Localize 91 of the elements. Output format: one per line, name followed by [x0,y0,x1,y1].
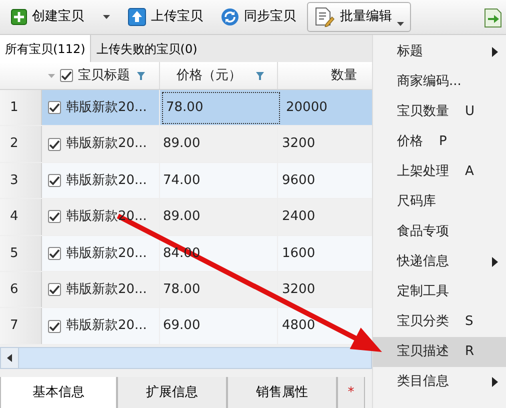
menu-item[interactable]: 快递信息 [373,247,506,277]
check-icon [49,285,60,294]
submenu-arrow-icon [492,377,498,387]
menu-item[interactable]: 商家编码... [373,67,506,97]
shortcut-key: P [439,132,447,152]
toolbar-button[interactable]: 创建宝贝 [4,2,117,32]
row-checkbox[interactable] [48,174,61,187]
toolbar-button[interactable]: 同步宝贝 [214,2,303,32]
column-header[interactable]: 宝贝标题 [78,66,130,86]
scroll-left-button[interactable] [1,348,19,368]
row-checkbox[interactable] [48,101,61,114]
toolbar-button[interactable]: 批量编辑 [307,2,411,32]
document-edit-icon [314,7,335,27]
horizontal-scrollbar[interactable] [0,346,372,369]
shortcut-key: A [465,162,474,182]
table-cell-text: 韩版新款20... [66,98,147,117]
menu-item[interactable]: 宝贝描述 R [373,337,506,367]
tab[interactable]: 所有宝贝(112) [0,35,92,62]
select-all-checkbox[interactable] [60,69,73,82]
menu-item[interactable]: 标题 [373,37,506,67]
shortcut-key: U [465,102,475,122]
menu-item[interactable]: 宝贝数量 U [373,97,506,127]
required-mark: * [348,384,354,402]
row-number: 2 [10,135,18,154]
check-icon [49,248,60,258]
filter-icon [256,72,264,80]
table-cell-text: 89.00 [163,135,200,154]
table-cell-text: 韩版新款20... [66,244,147,262]
menu-item[interactable]: 上架处理 A [373,157,506,187]
tab[interactable]: 销售属性 [227,376,337,408]
table-cell-text: 9600 [282,172,316,190]
row-number: 3 [10,172,18,190]
table-cell-text: 78.00 [166,99,204,118]
table-cell-text: 2400 [282,208,316,226]
column-header[interactable]: 价格（元） [176,66,242,86]
sort-caret-icon [48,74,55,78]
column-header[interactable]: 数量 [331,66,357,86]
table-cell-text: 韩版新款20... [66,280,147,299]
submenu-arrow-icon [492,257,498,267]
table-cell-text: 1600 [282,244,316,262]
tab[interactable]: 基本信息 [0,376,117,408]
table-cell-text: 韩版新款20... [66,317,147,336]
table-cell-text: 74.00 [163,172,200,190]
upload-icon [128,8,146,26]
table-cell-text: 20000 [286,98,328,117]
caret-icon [103,15,110,19]
row-number: 5 [10,244,18,262]
row-checkbox[interactable] [48,138,61,151]
row-number: 6 [10,280,18,299]
table-row[interactable]: 3 韩版新款20... 74.00 9600 [0,162,372,200]
row-number: 4 [10,208,18,226]
table-row[interactable]: 1 韩版新款20... 78.00 20000 [0,90,372,126]
menu-item[interactable]: 类目信息 [373,367,506,397]
shortcut-key: R [465,342,474,362]
sync-icon [221,8,239,26]
menu-item[interactable]: 食品专项 [373,217,506,247]
row-number: 7 [10,317,18,336]
table-cell-text: 韩版新款20... [66,172,147,190]
shortcut-key: S [465,312,474,332]
row-checkbox[interactable] [48,320,61,333]
check-icon [49,103,60,112]
row-number: 1 [10,98,18,117]
table-row[interactable]: 2 韩版新款20... 89.00 3200 [0,126,372,163]
tab[interactable]: 上传失败的宝贝(0) [91,35,202,62]
table-row[interactable]: 7 韩版新款20... 69.00 4800 [0,308,372,345]
table-cell-text: 韩版新款20... [66,135,147,154]
check-icon [49,176,60,185]
row-checkbox[interactable] [48,283,61,296]
table-cell-text: 3200 [282,280,316,299]
left-arrow-icon [7,354,12,362]
check-icon [61,71,72,80]
menu-item[interactable]: 定制工具 [373,277,506,307]
tab[interactable]: 扩展信息 [117,376,227,408]
check-icon [49,322,60,331]
table-cell-text: 3200 [282,135,316,154]
table-cell-text: 69.00 [163,317,200,336]
plus-icon [11,9,27,25]
row-checkbox[interactable] [48,246,61,260]
menu-item[interactable]: 尺码库 [373,187,506,217]
filter-icon [137,72,145,80]
row-checkbox[interactable] [48,210,61,224]
menu-item[interactable]: 价格 P [373,127,506,157]
submenu-arrow-icon [492,47,498,57]
table-cell-text: 4800 [282,317,316,336]
menu-item[interactable]: 宝贝分类 S [373,307,506,337]
caret-icon [397,22,404,26]
toolbar-button[interactable]: 上传宝贝 [121,2,210,32]
check-icon [49,212,60,222]
table-cell-text: 89.00 [163,208,200,226]
check-icon [49,140,60,149]
table-cell-text: 78.00 [163,280,200,299]
